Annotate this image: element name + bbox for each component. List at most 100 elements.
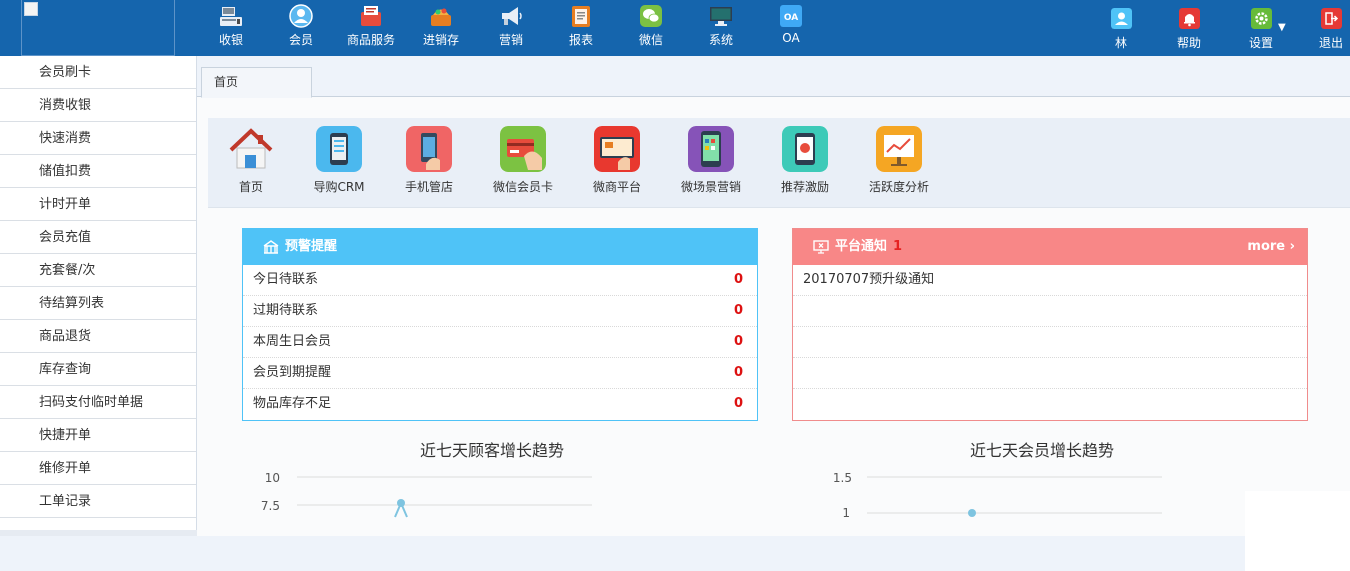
user-menu[interactable]: 林 [1096,8,1146,51]
warning-row-member-expiry[interactable]: 会员到期提醒 0 [243,358,757,389]
quick-mobile-store[interactable]: 手机管店 [386,126,472,195]
sidebar-item-member-card[interactable]: 会员刷卡 [0,56,196,89]
logo[interactable] [21,0,175,56]
notice-panel: 平台通知 1 more › 20170707预升级通知 [792,228,1308,421]
bell-icon [1178,8,1200,29]
y-tick-label: 10 [265,471,280,485]
sidebar-item-pending-settlement[interactable]: 待结算列表 [0,287,196,320]
notice-item[interactable]: 20170707预升级通知 [793,265,1307,296]
blank-overlay [1245,491,1350,571]
warning-count: 0 [733,334,743,349]
main-content: 首页 首页 导购CRM 手机管店 微信会员卡 微商平台 微场景营销 推荐激励 活… [197,56,1350,536]
building-icon [263,239,279,254]
sidebar-item-repair-order[interactable]: 维修开单 [0,452,196,485]
referral-icon [782,126,828,172]
nav-marketing[interactable]: 营销 [476,4,546,52]
gear-icon [1250,8,1272,29]
sidebar-item-package-recharge[interactable]: 充套餐/次 [0,254,196,287]
warning-count: 0 [733,303,743,318]
logout-button[interactable]: 退出 [1306,8,1350,51]
nav-inventory[interactable]: 进销存 [406,4,476,52]
sidebar-item-timed-order[interactable]: 计时开单 [0,188,196,221]
mobile-store-icon [406,126,452,172]
warning-panel: 预警提醒 今日待联系 0 过期待联系 0 本周生日会员 0 会员到期提醒 0 物品库存不… [242,228,758,421]
oa-icon: OA [780,5,802,27]
y-tick-label: 7.5 [261,499,280,513]
megaphone-icon [502,7,522,25]
sidebar-item-member-recharge[interactable]: 会员充值 [0,221,196,254]
sidebar-item-stored-value-deduct[interactable]: 储值扣费 [0,155,196,188]
notice-item [793,327,1307,358]
sidebar-item-work-order-records[interactable]: 工单记录 [0,485,196,518]
member-growth-chart-plot: 1.5 1 [833,471,1162,520]
user-icon [1110,8,1132,29]
activity-chart-icon [876,126,922,172]
page-footer-area [0,536,1245,571]
customer-growth-chart: 近七天顾客增长趋势 10 7.5 [242,433,762,538]
warning-row-low-stock[interactable]: 物品库存不足 0 [243,389,757,420]
micro-scene-icon [688,126,734,172]
house-icon [229,128,273,169]
sidebar-item-scan-pay-temp-orders[interactable]: 扫码支付临时单据 [0,386,196,419]
presentation-icon [813,239,829,254]
wechat-card-icon [500,126,546,172]
quick-activity-analysis[interactable]: 活跃度分析 [856,126,942,195]
nav-product-service[interactable]: 商品服务 [336,4,406,52]
nav-wechat[interactable]: 微信 [616,4,686,52]
monitor-icon [710,7,732,26]
help-button[interactable]: 帮助 [1164,8,1214,51]
settings-dropdown-caret-icon[interactable]: ▼ [1278,22,1286,33]
notice-count-badge: 1 [893,239,903,254]
nav-member[interactable]: 会员 [266,4,336,52]
warning-count: 0 [733,365,743,380]
sidebar: 会员刷卡 消费收银 快速消费 储值扣费 计时开单 会员充值 充套餐/次 待结算列… [0,56,197,536]
wechat-icon [640,5,662,27]
y-tick-label: 1 [842,506,850,520]
top-navigation-bar: 收银 会员 商品服务 进销存 营销 报表 微信 系统 OA OA 林 帮助 设置… [0,0,1350,56]
warning-count: 0 [733,396,743,411]
quick-home[interactable]: 首页 [208,126,294,195]
notice-panel-header: 平台通知 1 more › [793,229,1307,265]
y-tick-label: 1.5 [833,471,852,485]
notice-item [793,389,1307,420]
quick-wechat-member-card[interactable]: 微信会员卡 [480,126,566,195]
data-point[interactable] [397,499,405,507]
quick-micro-scene[interactable]: 微场景营销 [668,126,754,195]
quick-micro-shop[interactable]: 微商平台 [574,126,660,195]
broken-image-icon [24,2,38,16]
logout-icon [1320,8,1342,29]
notice-panel-title: 平台通知 [835,239,888,254]
inventory-icon [431,8,451,26]
sidebar-item-stock-query[interactable]: 库存查询 [0,353,196,386]
quick-crm[interactable]: 导购CRM [296,126,382,195]
notice-item [793,358,1307,389]
nav-report[interactable]: 报表 [546,4,616,52]
nav-oa[interactable]: OA OA [756,4,826,52]
warning-row-week-birthday[interactable]: 本周生日会员 0 [243,327,757,358]
micro-shop-icon [594,126,640,172]
customer-growth-chart-plot: 10 7.5 [261,471,592,518]
warning-row-today-contact[interactable]: 今日待联系 0 [243,265,757,296]
svg-text:OA: OA [784,13,798,23]
notice-item [793,296,1307,327]
nav-cashier[interactable]: 收银 [196,4,266,52]
sidebar-item-product-return[interactable]: 商品退货 [0,320,196,353]
warning-row-overdue-contact[interactable]: 过期待联系 0 [243,296,757,327]
sidebar-item-consume-cashier[interactable]: 消费收银 [0,89,196,122]
tab-bar: 首页 [197,56,1350,98]
product-service-icon [361,6,381,26]
warning-count: 0 [733,272,743,287]
more-link[interactable]: more › [1247,229,1295,265]
report-icon [572,6,590,27]
member-growth-chart: 近七天会员增长趋势 1.5 1 [792,433,1312,538]
cash-register-icon [220,7,242,26]
warning-panel-header: 预警提醒 [243,229,757,265]
sidebar-item-quick-order[interactable]: 快捷开单 [0,419,196,452]
sidebar-item-quick-consume[interactable]: 快速消费 [0,122,196,155]
nav-system[interactable]: 系统 [686,4,756,52]
data-point[interactable] [968,509,976,517]
quick-access-bar: 首页 导购CRM 手机管店 微信会员卡 微商平台 微场景营销 推荐激励 活跃度分… [208,118,1350,208]
quick-referral[interactable]: 推荐激励 [762,126,848,195]
tab-home[interactable]: 首页 [201,67,312,98]
warning-panel-title: 预警提醒 [285,239,338,254]
